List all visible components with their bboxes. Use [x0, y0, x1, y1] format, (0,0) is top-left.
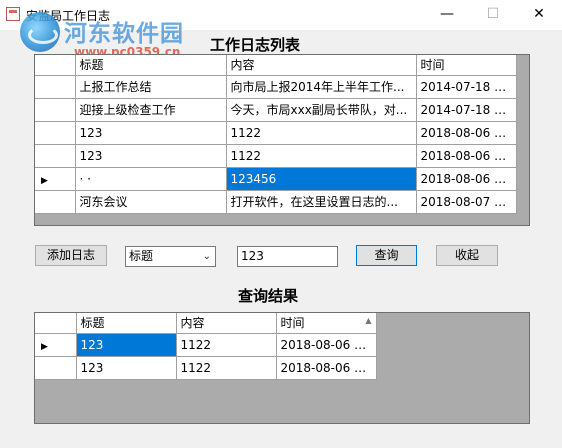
table-row[interactable]: 河东会议 打开软件，在这里设置日志的... 2018-08-07 1...	[35, 190, 517, 214]
search-field-value: 标题	[129, 249, 154, 263]
results-grid[interactable]: 标题 内容 时间 ▲ ▶ 123 1122 2018-08-06 1... 123…	[34, 312, 530, 424]
row-header[interactable]	[35, 75, 76, 99]
log-grid[interactable]: 标题 内容 时间 上报工作总结 向市局上报2014年上半年工作... 2014-…	[34, 54, 530, 226]
chevron-down-icon[interactable]: ⌄	[203, 247, 211, 266]
row-header[interactable]	[35, 121, 76, 145]
row-header-corner	[35, 313, 77, 334]
cell-time[interactable]: 2014-07-18 2...	[416, 75, 517, 99]
app-icon	[6, 7, 20, 21]
table-row-current[interactable]: ▶ 123 1122 2018-08-06 1...	[35, 333, 377, 357]
cell-time[interactable]: 2018-08-06 1...	[276, 333, 377, 357]
cell-content[interactable]: 1122	[176, 333, 277, 357]
cell-title[interactable]: 123	[75, 121, 227, 145]
cell-content[interactable]: 1122	[226, 121, 417, 145]
cell-title[interactable]: · ·	[75, 167, 227, 191]
sort-ascending-icon: ▲	[365, 316, 372, 325]
window-title: 安监局工作日志	[26, 9, 111, 23]
row-header[interactable]	[35, 144, 76, 168]
table-row[interactable]: 迎接上级检查工作 今天，市局xxx副局长带队，对... 2014-07-18 2…	[35, 98, 517, 122]
column-header-time[interactable]: 时间	[416, 55, 517, 76]
row-header[interactable]: ▶	[35, 167, 76, 191]
log-list-title: 工作日志列表	[210, 36, 301, 54]
row-header[interactable]: ▶	[35, 333, 77, 357]
row-header[interactable]	[35, 190, 76, 214]
collapse-button[interactable]: 收起	[436, 245, 498, 266]
cell-content[interactable]: 1122	[226, 144, 417, 168]
query-button[interactable]: 查询	[356, 245, 417, 266]
cell-content[interactable]: 向市局上报2014年上半年工作...	[226, 75, 417, 99]
results-grid-header: 标题 内容 时间 ▲	[35, 313, 377, 334]
table-row[interactable]: 123 1122 2018-08-06 1...	[35, 144, 517, 168]
column-header-title[interactable]: 标题	[75, 55, 227, 76]
column-header-content[interactable]: 内容	[226, 55, 417, 76]
cell-title[interactable]: 上报工作总结	[75, 75, 227, 99]
cell-time[interactable]: 2014-07-18 2...	[416, 98, 517, 122]
cell-time[interactable]: 2018-08-06 1...	[416, 167, 517, 191]
title-bar: 安监局工作日志 — ☐ ✕	[0, 0, 562, 30]
current-row-icon: ▶	[41, 341, 48, 352]
row-header[interactable]	[35, 98, 76, 122]
row-header[interactable]	[35, 356, 77, 380]
search-input[interactable]: 123	[237, 246, 338, 267]
close-button[interactable]: ✕	[516, 0, 562, 30]
column-header-time[interactable]: 时间 ▲	[276, 313, 377, 334]
column-header-content[interactable]: 内容	[176, 313, 277, 334]
cell-time[interactable]: 2018-08-06 1...	[416, 144, 517, 168]
table-row[interactable]: 上报工作总结 向市局上报2014年上半年工作... 2014-07-18 2..…	[35, 75, 517, 99]
cell-time[interactable]: 2018-08-06 1...	[416, 121, 517, 145]
add-log-button[interactable]: 添加日志	[35, 245, 107, 266]
log-grid-header: 标题 内容 时间	[35, 55, 517, 76]
cell-content[interactable]: 1122	[176, 356, 277, 380]
cell-title[interactable]: 河东会议	[75, 190, 227, 214]
cell-content-selected[interactable]: 123456	[226, 167, 417, 191]
cell-title-selected[interactable]: 123	[76, 333, 177, 357]
cell-time[interactable]: 2018-08-06 1...	[276, 356, 377, 380]
cell-title[interactable]: 123	[75, 144, 227, 168]
column-header-time-label: 时间	[280, 316, 305, 331]
search-field-select[interactable]: 标题 ⌄	[125, 246, 216, 267]
results-title: 查询结果	[238, 287, 299, 305]
table-row[interactable]: 123 1122 2018-08-06 1...	[35, 356, 377, 380]
maximize-button[interactable]: ☐	[470, 0, 516, 30]
cell-time[interactable]: 2018-08-07 1...	[416, 190, 517, 214]
current-row-icon: ▶	[41, 175, 48, 186]
row-header-corner	[35, 55, 76, 76]
cell-title[interactable]: 123	[76, 356, 177, 380]
minimize-button[interactable]: —	[424, 0, 470, 30]
cell-title[interactable]: 迎接上级检查工作	[75, 98, 227, 122]
table-row[interactable]: 123 1122 2018-08-06 1...	[35, 121, 517, 145]
column-header-title[interactable]: 标题	[76, 313, 177, 334]
cell-content[interactable]: 今天，市局xxx副局长带队，对...	[226, 98, 417, 122]
table-row-current[interactable]: ▶ · · 123456 2018-08-06 1...	[35, 167, 517, 191]
cell-content[interactable]: 打开软件，在这里设置日志的...	[226, 190, 417, 214]
